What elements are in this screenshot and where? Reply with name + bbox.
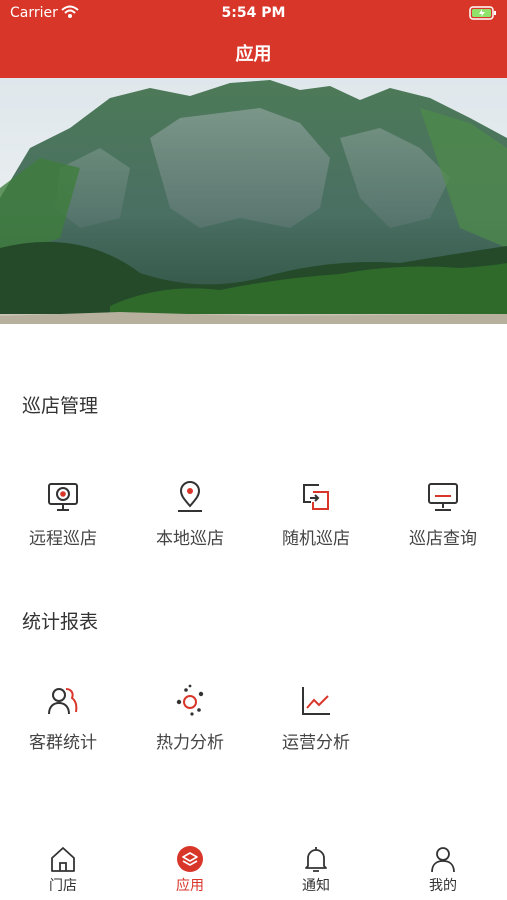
tab-label: 我的 [429, 878, 457, 894]
tab-profile[interactable]: 我的 [380, 844, 506, 895]
section-title-reports: 统计报表 [22, 611, 99, 633]
tab-label: 应用 [176, 878, 204, 894]
heat-map-icon [173, 684, 207, 718]
tile-customer-stats[interactable]: 客群统计 [0, 684, 126, 753]
top-bar: Carrier 5:54 PM 应用 [0, 0, 507, 78]
tile-label: 运营分析 [282, 733, 350, 753]
monitor-query-icon [426, 480, 460, 514]
tile-local-patrol[interactable]: 本地巡店 [127, 480, 253, 549]
tile-label: 客群统计 [29, 733, 97, 753]
tile-remote-patrol[interactable]: 远程巡店 [0, 480, 126, 549]
home-icon [48, 844, 78, 874]
bell-icon [301, 844, 331, 874]
battery-icon [469, 6, 497, 24]
line-chart-icon [299, 684, 333, 718]
status-bar: Carrier 5:54 PM [0, 0, 507, 28]
tab-store[interactable]: 门店 [0, 844, 126, 895]
tab-bar: 门店 应用 通知 我的 [0, 834, 507, 900]
page-title: 应用 [235, 44, 272, 65]
tile-label: 巡店查询 [409, 529, 477, 549]
tile-label: 本地巡店 [156, 529, 224, 549]
tile-label: 远程巡店 [29, 529, 97, 549]
tab-notifications[interactable]: 通知 [253, 844, 379, 895]
customer-group-icon [46, 684, 80, 718]
tile-label: 热力分析 [156, 733, 224, 753]
tile-heat-analysis[interactable]: 热力分析 [127, 684, 253, 753]
location-pin-icon [173, 480, 207, 514]
tab-label: 门店 [49, 878, 77, 894]
section-title-patrol: 巡店管理 [22, 395, 99, 417]
profile-icon [428, 844, 458, 874]
tile-operation-analysis[interactable]: 运营分析 [253, 684, 379, 753]
tile-label: 随机巡店 [282, 529, 350, 549]
remote-camera-icon [46, 480, 80, 514]
random-share-icon [299, 480, 333, 514]
apps-icon [175, 844, 205, 874]
tab-label: 通知 [302, 878, 330, 894]
tab-apps[interactable]: 应用 [127, 844, 253, 895]
tile-random-patrol[interactable]: 随机巡店 [253, 480, 379, 549]
banner-image [0, 78, 507, 324]
tile-patrol-query[interactable]: 巡店查询 [380, 480, 506, 549]
status-time: 5:54 PM [221, 5, 286, 21]
